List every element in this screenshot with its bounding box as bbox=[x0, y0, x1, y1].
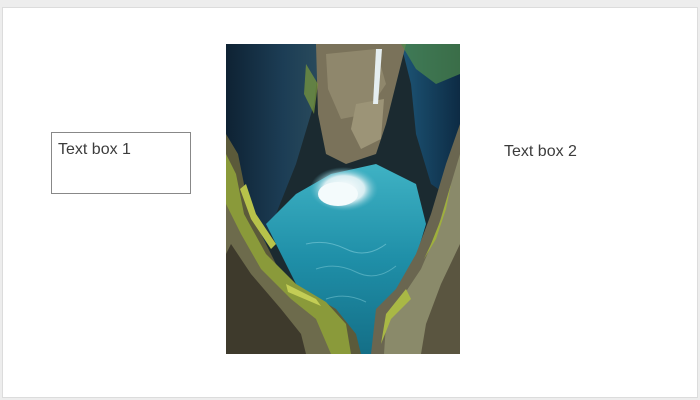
text-box-1[interactable]: Text box 1 bbox=[51, 132, 191, 194]
text-box-2-label: Text box 2 bbox=[504, 143, 577, 160]
canyon-waterfall-image bbox=[226, 44, 460, 354]
text-box-2[interactable]: Text box 2 bbox=[504, 142, 577, 162]
slide[interactable]: Text box 1 Text box 2 bbox=[3, 8, 697, 397]
canyon-photo[interactable] bbox=[226, 44, 460, 354]
editor-canvas: Text box 1 Text box 2 bbox=[0, 0, 700, 400]
text-box-1-label: Text box 1 bbox=[58, 141, 131, 158]
